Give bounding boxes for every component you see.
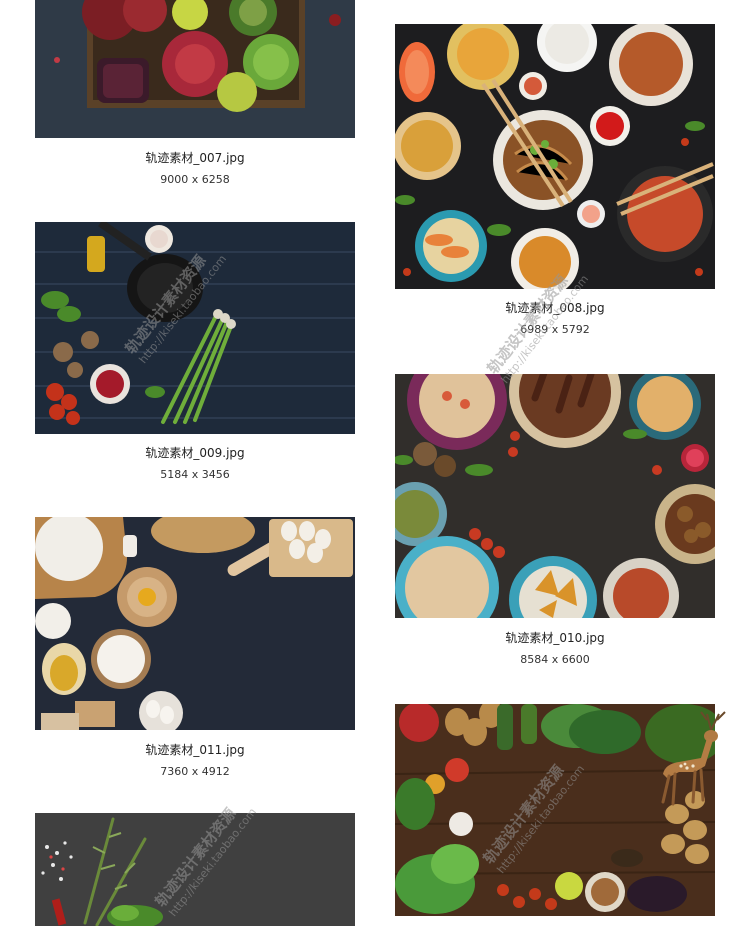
caption-011[interactable]: 轨迹素材_011.jpg	[35, 743, 355, 757]
caption-009[interactable]: 轨迹素材_009.jpg	[35, 446, 355, 460]
caption-007[interactable]: 轨迹素材_007.jpg	[35, 151, 355, 165]
photo-007[interactable]	[35, 0, 355, 138]
gallery-item-010[interactable]: 轨迹素材_010.jpg 8584 x 6600	[375, 370, 750, 670]
dimensions-008: 6989 x 5792	[520, 323, 590, 336]
dimensions-009: 5184 x 3456	[160, 468, 230, 481]
caption-010[interactable]: 轨迹素材_010.jpg	[395, 631, 715, 645]
photo-009[interactable]	[35, 222, 355, 434]
deer-icon	[661, 711, 726, 806]
dimensions-010: 8584 x 6600	[520, 653, 590, 666]
gallery-item-012[interactable]	[0, 810, 375, 926]
photo-011[interactable]	[35, 517, 355, 730]
dimensions-011: 7360 x 4912	[160, 765, 230, 778]
photo-012[interactable]	[35, 813, 355, 926]
gallery-item-013[interactable]	[375, 700, 750, 926]
dimensions-007: 9000 x 6258	[160, 173, 230, 186]
gallery-item-008[interactable]: 轨迹素材_008.jpg 6989 x 5792	[375, 0, 750, 345]
gallery-item-007[interactable]: 轨迹素材_007.jpg 9000 x 6258	[0, 0, 375, 200]
photo-008[interactable]	[395, 24, 715, 289]
gallery-item-011[interactable]: 轨迹素材_011.jpg 7360 x 4912	[0, 512, 375, 782]
photo-010[interactable]	[395, 374, 715, 618]
gallery-item-009[interactable]: 轨迹素材_009.jpg 5184 x 3456	[0, 215, 375, 485]
caption-008[interactable]: 轨迹素材_008.jpg	[395, 301, 715, 315]
